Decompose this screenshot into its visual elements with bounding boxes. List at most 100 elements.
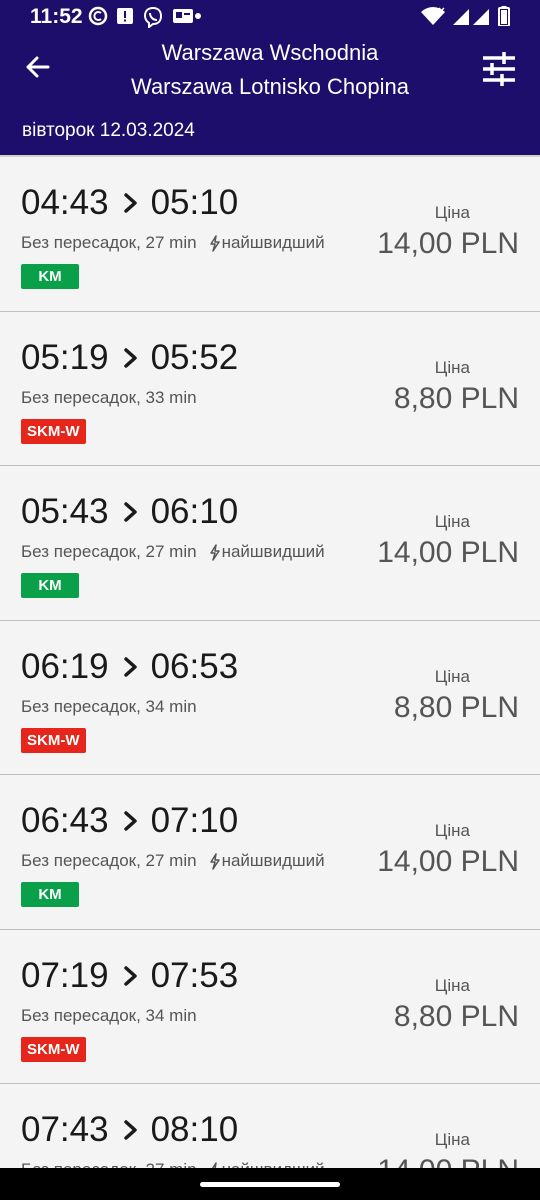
connection-details: Без пересадок, 33 min: [21, 387, 197, 407]
arrival-time: 07:10: [150, 801, 239, 840]
departure-time: 06:19: [21, 646, 109, 686]
price-label: Ціна: [434, 357, 470, 377]
chevron-right-icon: [123, 193, 137, 213]
connection-row[interactable]: 06:19 06:53 Без пересадок, 34 min SKM-W …: [0, 620, 540, 775]
chevron-right-icon: [123, 811, 137, 831]
price-label: Ціна: [434, 1130, 470, 1149]
lightning-icon: [209, 543, 220, 561]
arrival-time: 08:10: [150, 1110, 239, 1149]
price-value: 8,80 PLN: [393, 381, 519, 415]
connection-times: 05:19 05:52: [21, 338, 238, 378]
arrival-time: 05:10: [150, 183, 239, 222]
system-icons: [420, 6, 510, 26]
filter-button[interactable]: [480, 50, 518, 88]
connection-row[interactable]: 05:43 06:10 Без пересадок, 27 min найшви…: [0, 466, 540, 621]
connection-times: 06:43 07:10: [21, 801, 238, 841]
chevron-right-icon: [123, 347, 137, 368]
sliders-icon: [483, 52, 515, 86]
connection-times: 05:43 06:10: [21, 492, 238, 532]
route-from: Warszawa Wschodnia: [161, 40, 379, 65]
carrier-badge: SKM-W: [21, 418, 86, 444]
price-value: 8,80 PLN: [393, 999, 519, 1033]
status-time: 11:52: [30, 5, 83, 28]
price-label: Ціна: [434, 975, 470, 995]
lightning-icon: [209, 234, 220, 252]
price-label: Ціна: [434, 203, 470, 222]
chevron-right-icon: [123, 1120, 137, 1140]
route-to: Warszawa Lotnisko Chopina: [131, 74, 409, 99]
carrier-badge: SKM-W: [21, 727, 86, 753]
departure-time: 05:43: [21, 492, 109, 531]
connection-times: 04:43 05:10: [21, 183, 238, 223]
carrier-badge: SKM-W: [21, 1036, 86, 1062]
app-header: 11:52 Warszawa Wschodnia Warszawa Lotnis…: [0, 0, 540, 155]
status-bar: 11:52: [0, 0, 540, 34]
connection-row[interactable]: 04:43 05:10 Без пересадок, 27 min найшви…: [0, 157, 540, 312]
fastest-tag: найшвидший: [209, 1160, 325, 1168]
wifi-icon: [421, 7, 445, 25]
alert-icon: [117, 8, 133, 24]
connection-details: Без пересадок, 34 min: [21, 696, 197, 716]
arrival-time: 06:53: [150, 646, 239, 686]
connection-row[interactable]: 07:19 07:53 Без пересадок, 34 min SKM-W …: [0, 929, 540, 1084]
id-card-icon: [173, 9, 201, 23]
back-button[interactable]: [20, 50, 54, 84]
price-label: Ціна: [434, 666, 470, 686]
arrival-time: 07:53: [150, 955, 239, 995]
chevron-right-icon: [123, 965, 137, 986]
price-value: 14,00 PLN: [377, 1154, 519, 1168]
fastest-label: найшвидший: [221, 233, 325, 252]
connection-details: Без пересадок, 27 min: [21, 851, 197, 870]
connection-details: Без пересадок, 27 min: [21, 1160, 197, 1168]
price-value: 14,00 PLN: [377, 227, 519, 260]
fastest-tag: найшвидший: [209, 851, 325, 871]
price-label: Ціна: [434, 512, 470, 531]
price-value: 14,00 PLN: [377, 845, 519, 878]
connection-meta: Без пересадок, 27 min найшвидший: [21, 851, 325, 871]
connection-times: 07:19 07:53: [21, 956, 238, 996]
departure-time: 06:43: [21, 801, 109, 840]
price-value: 8,80 PLN: [393, 690, 519, 724]
viber-icon: [143, 6, 163, 28]
connection-details: Без пересадок, 27 min: [21, 233, 197, 252]
connection-meta: Без пересадок, 27 min найшвидший: [21, 233, 325, 253]
connection-meta: Без пересадок, 34 min: [21, 1006, 197, 1026]
arrival-time: 06:10: [150, 492, 239, 531]
connection-meta: Без пересадок, 27 min найшвидший: [21, 1160, 325, 1168]
connection-details: Без пересадок, 27 min: [21, 542, 197, 561]
lightning-icon: [209, 852, 220, 870]
battery-icon: [498, 6, 510, 26]
connection-details: Без пересадок, 34 min: [21, 1005, 197, 1025]
departure-time: 05:19: [21, 337, 109, 377]
system-nav-bar: [0, 1168, 540, 1200]
c-icon: [88, 6, 108, 26]
arrival-time: 05:52: [150, 337, 239, 377]
connection-row[interactable]: 06:43 07:10 Без пересадок, 27 min найшви…: [0, 775, 540, 930]
arrow-left-icon: [26, 56, 50, 78]
chevron-right-icon: [123, 502, 137, 522]
carrier-badge: KM: [21, 882, 79, 907]
fastest-label: найшвидший: [221, 851, 325, 870]
carrier-badge: KM: [21, 264, 79, 289]
travel-date: вівторок 12.03.2024: [22, 120, 195, 141]
departure-time: 07:19: [21, 955, 109, 995]
price-label: Ціна: [434, 821, 470, 840]
departure-time: 04:43: [21, 183, 109, 222]
home-gesture-handle[interactable]: [200, 1182, 340, 1187]
chevron-right-icon: [123, 656, 137, 677]
notification-icons: [88, 6, 202, 28]
connection-times: 07:43 08:10: [21, 1110, 238, 1150]
connection-times: 06:19 06:53: [21, 647, 238, 687]
carrier-badge: KM: [21, 573, 79, 598]
price-value: 14,00 PLN: [377, 536, 519, 569]
departure-time: 07:43: [21, 1110, 109, 1149]
signal-icon: [453, 9, 489, 25]
connection-list: 04:43 05:10 Без пересадок, 27 min найшви…: [0, 155, 540, 1168]
fastest-label: найшвидший: [222, 1160, 325, 1168]
fastest-label: найшвидший: [221, 542, 325, 561]
connection-row[interactable]: 07:43 08:10 Без пересадок, 27 min найшви…: [0, 1084, 540, 1168]
connection-meta: Без пересадок, 27 min найшвидший: [21, 542, 325, 562]
connection-row[interactable]: 05:19 05:52 Без пересадок, 33 min SKM-W …: [0, 311, 540, 466]
fastest-tag: найшвидший: [209, 233, 325, 253]
connection-meta: Без пересадок, 34 min: [21, 697, 197, 717]
